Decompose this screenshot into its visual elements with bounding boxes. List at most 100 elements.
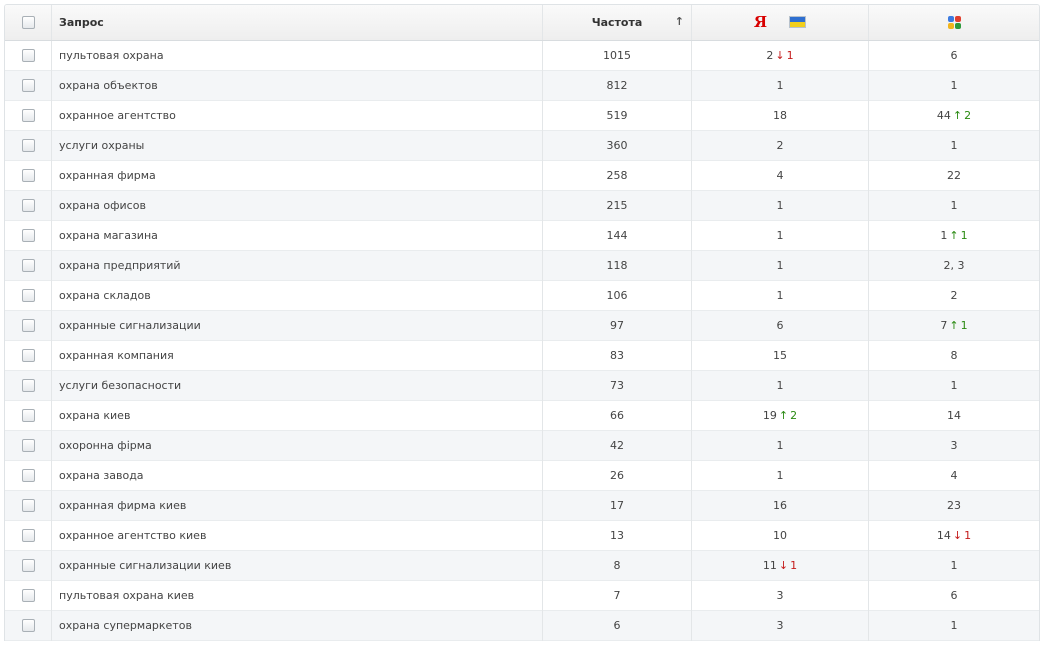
row-checkbox[interactable] [21,228,35,242]
row-checkbox[interactable] [21,198,35,212]
query-cell[interactable]: охрана супермаркетов [51,610,543,640]
google-position-cell: 2, 3 [869,250,1040,280]
row-select-cell [5,280,52,310]
arrow-down-icon: ↓ [778,558,789,572]
row-checkbox[interactable] [21,318,35,332]
row-select-cell [5,310,52,340]
table-row: охоронна фірма 42 1 3 [5,430,1039,460]
query-cell[interactable]: охранное агентство киев [51,520,543,550]
google-position-cell: 1 [869,550,1040,580]
row-checkbox[interactable] [21,408,35,422]
row-select-cell [5,370,52,400]
position-value: 3 [950,438,958,452]
query-cell[interactable]: охрана складов [51,280,543,310]
query-cell[interactable]: охрана завода [51,460,543,490]
row-checkbox[interactable] [21,138,35,152]
position-value: 1 [950,198,958,212]
position-value: 7 [940,318,948,332]
query-cell[interactable]: пультовая охрана [51,40,543,70]
frequency-cell: 8 [542,550,692,580]
row-select-cell [5,580,52,610]
frequency-cell: 1015 [542,40,692,70]
table-row: охрана офисов 215 1 1 [5,190,1039,220]
google-position-cell: 2 [869,280,1040,310]
arrow-up-icon: ↑ [778,408,789,422]
yandex-position-cell: 10 [691,520,869,550]
query-cell[interactable]: охоронна фірма [51,430,543,460]
sort-ascending-icon: ↑ [674,15,684,28]
row-checkbox[interactable] [21,468,35,482]
position-change: 2 [964,108,972,122]
column-header-query[interactable]: Запрос [51,5,543,41]
row-checkbox[interactable] [21,48,35,62]
yandex-position-cell: 1 [691,70,869,100]
query-cell[interactable]: охрана предприятий [51,250,543,280]
column-header-yandex[interactable]: Я [691,5,869,41]
row-checkbox[interactable] [21,498,35,512]
row-checkbox[interactable] [21,618,35,632]
position-value: 6 [950,588,958,602]
row-checkbox[interactable] [21,288,35,302]
query-cell[interactable]: услуги безопасности [51,370,543,400]
row-select-cell [5,70,52,100]
table-row: охранное агентство 519 18 44 ↑ 2 [5,100,1039,130]
query-cell[interactable]: охранная фирма [51,160,543,190]
query-cell[interactable]: охранные сигнализации [51,310,543,340]
flag-ukraine-icon [789,16,807,29]
row-select-cell [5,190,52,220]
position-value: 4 [776,168,784,182]
query-cell[interactable]: охрана офисов [51,190,543,220]
query-cell[interactable]: охранные сигнализации киев [51,550,543,580]
position-value: 18 [773,108,787,122]
position-value: 1 [950,78,958,92]
yandex-position-cell: 3 [691,580,869,610]
row-checkbox[interactable] [21,378,35,392]
row-checkbox[interactable] [21,348,35,362]
yandex-position-cell: 2 ↓ 1 [691,40,869,70]
query-cell[interactable]: охрана киев [51,400,543,430]
table-row: охрана объектов 812 1 1 [5,70,1039,100]
row-select-cell [5,490,52,520]
yandex-position-cell: 1 [691,370,869,400]
query-cell[interactable]: услуги охраны [51,130,543,160]
frequency-cell: 118 [542,250,692,280]
row-checkbox[interactable] [21,108,35,122]
query-cell[interactable]: охрана объектов [51,70,543,100]
row-checkbox[interactable] [21,78,35,92]
row-checkbox[interactable] [21,258,35,272]
google-position-cell: 8 [869,340,1040,370]
position-value: 11 [762,558,777,572]
position-value: 1 [776,258,784,272]
table-row: охранная фирма 258 4 22 [5,160,1039,190]
arrow-up-icon: ↑ [952,108,963,122]
query-cell[interactable]: пультовая охрана киев [51,580,543,610]
select-all-checkbox[interactable] [21,16,35,29]
row-checkbox[interactable] [21,558,35,572]
column-header-google[interactable] [868,5,1039,41]
row-checkbox[interactable] [21,528,35,542]
table-row: охранное агентство киев 13 10 14 ↓ 1 [5,520,1039,550]
row-select-cell [5,100,52,130]
column-header-frequency[interactable]: Частота ↑ [542,5,692,41]
query-cell[interactable]: охрана магазина [51,220,543,250]
yandex-position-cell: 1 [691,280,869,310]
position-value: 1 [776,378,784,392]
yandex-position-cell: 2 [691,130,869,160]
position-value: 1 [776,228,784,242]
query-cell[interactable]: охранная фирма киев [51,490,543,520]
row-checkbox[interactable] [21,438,35,452]
frequency-cell: 812 [542,70,692,100]
row-checkbox[interactable] [21,168,35,182]
query-cell[interactable]: охранная компания [51,340,543,370]
table-row: охранные сигнализации 97 6 7 ↑ 1 [5,310,1039,340]
google-position-cell: 23 [869,490,1040,520]
position-change: 1 [786,48,794,62]
frequency-cell: 106 [542,280,692,310]
position-change: 2 [790,408,798,422]
arrow-down-icon: ↓ [952,528,963,542]
frequency-cell: 83 [542,340,692,370]
row-checkbox[interactable] [21,588,35,602]
position-value: 23 [947,498,961,512]
query-cell[interactable]: охранное агентство [51,100,543,130]
yandex-position-cell: 1 [691,220,869,250]
